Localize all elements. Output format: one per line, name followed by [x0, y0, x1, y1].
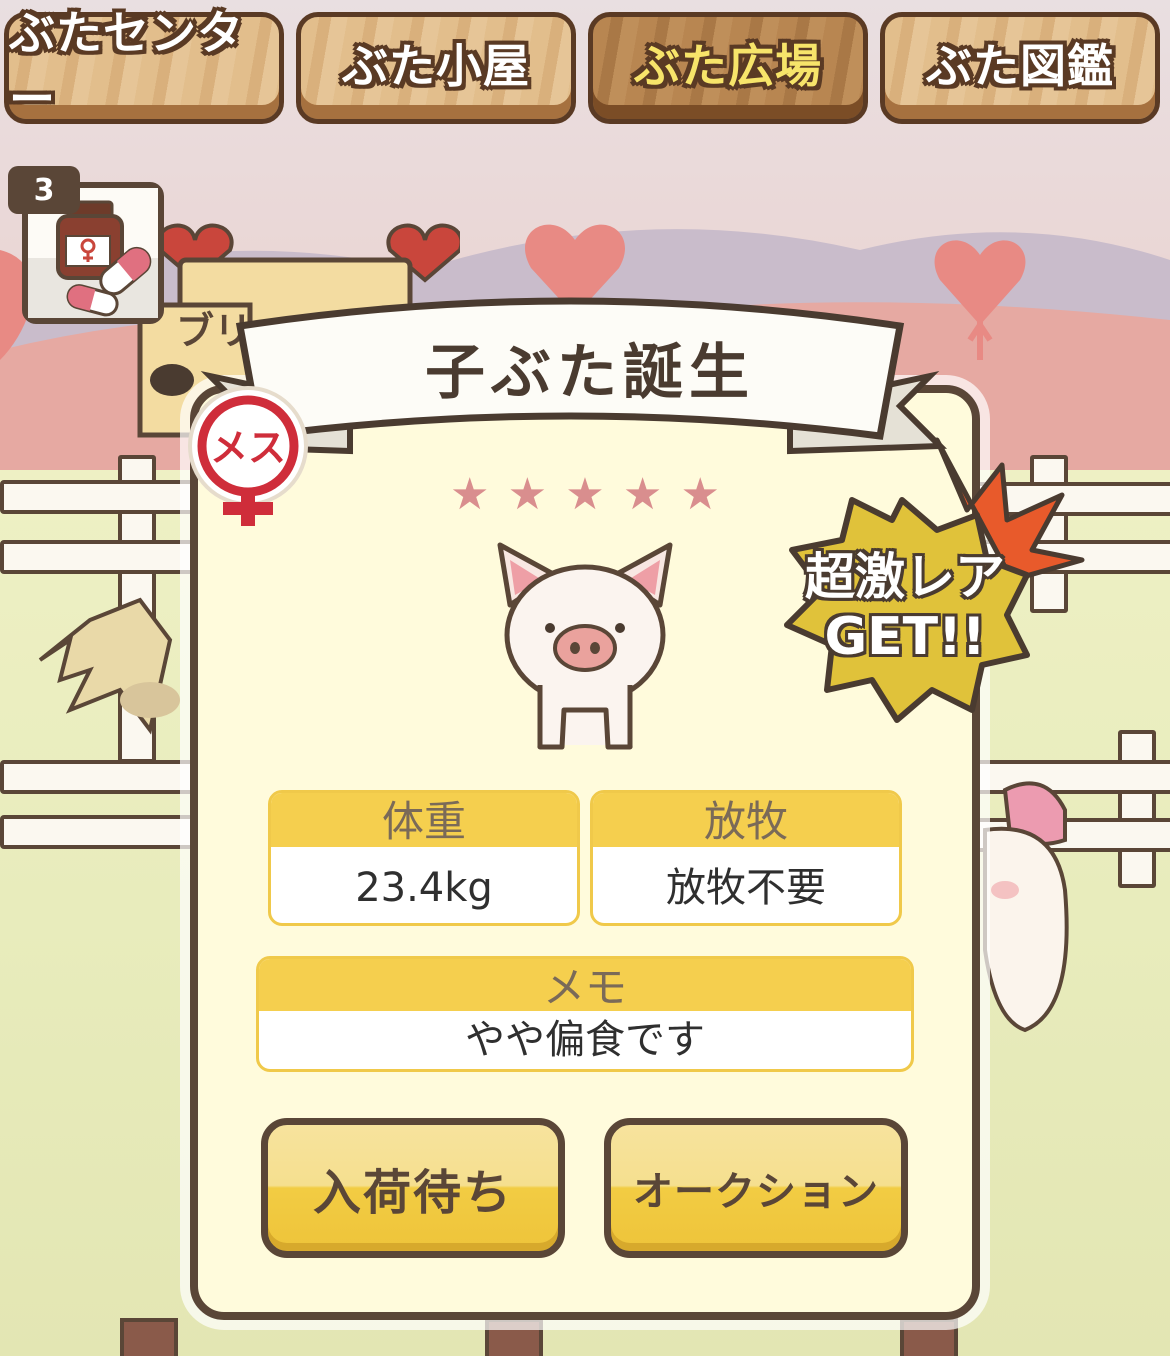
- rarity-stars: ★ ★ ★ ★ ★: [450, 470, 720, 520]
- tab-buta-plaza[interactable]: ぶた広場: [588, 12, 868, 124]
- weight-label: 体重: [271, 793, 577, 847]
- auction-button[interactable]: オークション: [604, 1118, 908, 1258]
- tab-buta-encyclopedia[interactable]: ぶた図鑑: [880, 12, 1160, 124]
- background-pig-left: [38, 597, 180, 735]
- star-icon: ★: [622, 469, 663, 520]
- tab-bar: ぶたセンター ぶた小屋 ぶた広場 ぶた図鑑: [0, 0, 1170, 140]
- memo-box: メモ やや偏食です: [256, 956, 914, 1072]
- star-icon: ★: [507, 469, 548, 520]
- grazing-value: 放牧不要: [666, 865, 826, 911]
- fence-post: [120, 1318, 178, 1356]
- rare-badge-line1: 超激レア: [805, 548, 1005, 606]
- tab-buta-center[interactable]: ぶたセンター: [4, 6, 284, 126]
- fence-post: [1118, 730, 1156, 888]
- fence-rail: [0, 480, 208, 514]
- star-icon: ★: [680, 469, 720, 520]
- star-icon: ★: [565, 469, 605, 520]
- wait-for-stock-button[interactable]: 入荷待ち: [261, 1118, 565, 1258]
- dialog-title: 子ぶた誕生: [425, 337, 755, 408]
- fence-rail: [0, 760, 208, 794]
- tab-buta-hut[interactable]: ぶた小屋: [296, 12, 576, 124]
- item-count-badge: 3: [8, 166, 80, 214]
- tab-label: ぶたセンター: [9, 6, 244, 126]
- weight-box: 体重 23.4kg: [268, 790, 580, 926]
- fence-post: [900, 1318, 958, 1356]
- memo-label: メモ: [259, 959, 911, 1012]
- weight-value: 23.4kg: [355, 865, 493, 911]
- tab-label: ぶた図鑑: [926, 39, 1114, 93]
- fence-rail: [0, 815, 208, 849]
- grazing-box: 放牧 放牧不要: [590, 790, 902, 926]
- piglet-icon: [497, 542, 673, 750]
- memo-value: やや偏食です: [465, 1017, 705, 1063]
- grazing-label: 放牧: [593, 793, 899, 847]
- tab-label: ぶた小屋: [342, 39, 530, 93]
- star-icon: ★: [450, 469, 490, 520]
- gender-label: メス: [209, 425, 286, 470]
- rare-badge-line2: GET!!: [824, 607, 986, 667]
- background-pig-right: [983, 781, 1069, 1033]
- fence-post: [485, 1318, 543, 1356]
- tab-label: ぶた広場: [634, 39, 822, 93]
